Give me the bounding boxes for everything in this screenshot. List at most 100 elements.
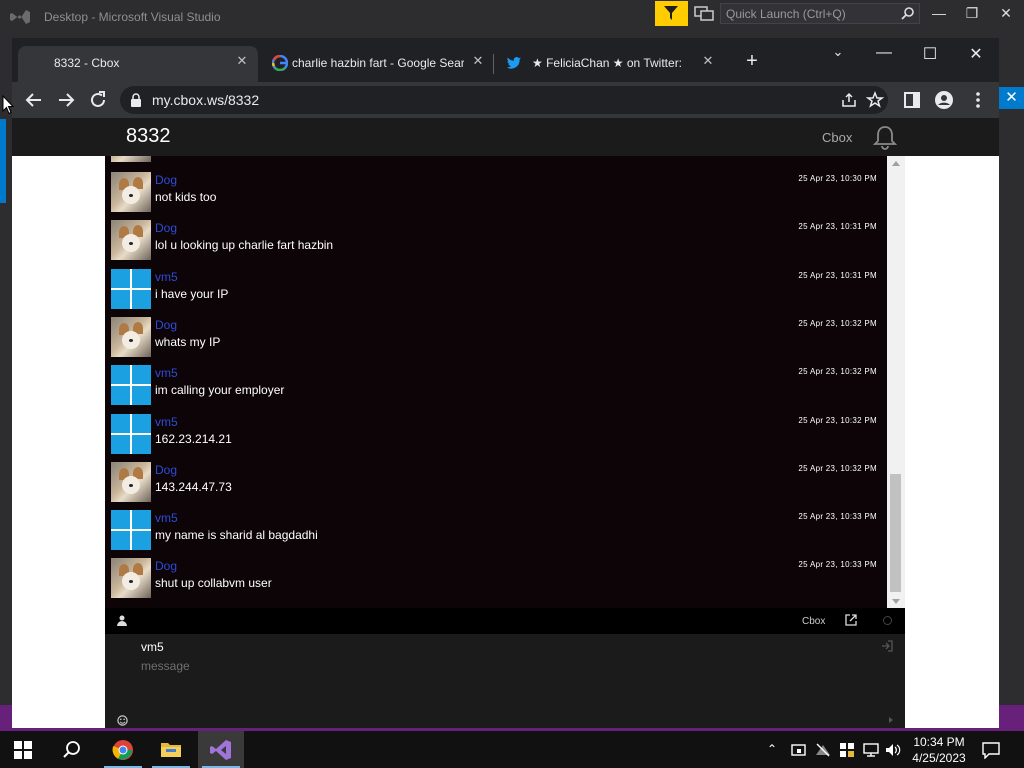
tab-cbox[interactable]: 8332 - Cbox ✕ (18, 46, 258, 82)
vs-titlebar: Desktop - Microsoft Visual Studio Quick … (0, 0, 1024, 33)
message-text: my name is sharid al bagdadhi (155, 528, 318, 542)
vs-close-button[interactable]: ✕ (996, 5, 1016, 23)
sign-in-icon[interactable] (881, 640, 893, 652)
tab-title: 8332 - Cbox (54, 56, 120, 70)
vs-notifications-filter-button[interactable] (655, 1, 688, 26)
popout-icon[interactable] (845, 614, 857, 626)
kebab-menu-icon[interactable] (968, 90, 988, 110)
profile-icon[interactable] (934, 90, 954, 110)
avatar (111, 156, 151, 162)
scrollbar-thumb[interactable] (890, 474, 901, 592)
back-arrow-icon[interactable] (22, 88, 46, 112)
taskbar-visual-studio[interactable] (198, 731, 244, 768)
chrome-icon (112, 740, 133, 760)
folder-icon (161, 743, 181, 757)
avatar[interactable] (111, 414, 151, 454)
visual-studio-icon (210, 740, 231, 760)
share-icon[interactable] (840, 91, 858, 109)
bell-icon[interactable] (872, 124, 898, 150)
lock-icon[interactable] (130, 93, 142, 107)
system-clock[interactable]: 10:34 PM 4/25/2023 (906, 734, 972, 766)
message-input[interactable] (137, 656, 737, 676)
message-username[interactable]: vm5 (155, 415, 178, 429)
network-icon[interactable] (863, 742, 879, 758)
close-icon[interactable]: ✕ (234, 53, 250, 69)
send-arrow-icon[interactable] (889, 717, 893, 723)
page-title: 8332 (126, 125, 171, 147)
google-icon (272, 55, 288, 71)
vs-left-tab-accent[interactable] (0, 119, 6, 203)
message-username[interactable]: vm5 (155, 270, 178, 284)
avatar[interactable] (111, 510, 151, 550)
chrome-minimize-button[interactable]: — (869, 44, 899, 62)
message-text: lol u looking up charlie fart hazbin (155, 238, 334, 252)
side-panel-icon[interactable] (902, 90, 922, 110)
vs-left-toolwindow-strip (0, 43, 12, 768)
message-text: 143.244.47.73 (155, 480, 232, 494)
message-username[interactable]: Dog (155, 221, 177, 235)
show-hidden-icons-chevron-icon[interactable]: ⌃ (767, 742, 777, 756)
taskbar-file-explorer[interactable] (148, 731, 194, 768)
windows-security-icon[interactable] (839, 742, 855, 758)
bookmark-star-icon[interactable] (866, 91, 884, 109)
scrollbar[interactable] (887, 156, 905, 608)
close-icon[interactable]: ✕ (700, 53, 716, 69)
notification-icon[interactable] (982, 741, 1000, 759)
emoji-icon[interactable] (117, 715, 128, 726)
message-text: im calling your employer (155, 383, 285, 397)
taskbar-chrome[interactable] (100, 731, 146, 768)
chrome-maximize-button[interactable]: ☐ (915, 44, 945, 64)
network-disconnected-icon[interactable] (815, 742, 831, 758)
message-username[interactable]: vm5 (155, 511, 178, 525)
quick-launch-input[interactable]: Quick Launch (Ctrl+Q) (720, 3, 920, 24)
user-icon[interactable] (117, 615, 127, 626)
avatar[interactable] (111, 172, 151, 212)
chrome-close-button[interactable]: ✕ (961, 44, 991, 64)
message-timestamp: 25 Apr 23, 10:31 PM (798, 222, 877, 231)
message-username[interactable]: vm5 (155, 366, 178, 380)
tab-search-chevron-icon[interactable]: ⌄ (823, 44, 853, 60)
volume-icon[interactable] (885, 742, 901, 758)
close-icon[interactable]: ✕ (470, 53, 486, 69)
compose-username[interactable]: vm5 (141, 640, 164, 654)
avatar[interactable] (111, 269, 151, 309)
chat-message: vm5 162.23.214.21 25 Apr 23, 10:32 PM (105, 414, 887, 462)
filter-icon (664, 6, 678, 20)
action-center-app-icon[interactable] (791, 742, 807, 758)
message-timestamp: 25 Apr 23, 10:30 PM (798, 174, 877, 183)
scroll-down-arrow-icon[interactable] (892, 599, 900, 604)
avatar[interactable] (111, 317, 151, 357)
browser-toolbar: my.cbox.ws/8332 (12, 82, 999, 118)
forward-arrow-icon[interactable] (54, 88, 78, 112)
feedback-icon[interactable] (694, 5, 714, 21)
message-list[interactable]: Dog not kids too 25 Apr 23, 10:30 PM Dog lol… (105, 156, 887, 608)
avatar[interactable] (111, 365, 151, 405)
reload-icon[interactable] (86, 88, 110, 112)
message-timestamp: 25 Apr 23, 10:32 PM (798, 416, 877, 425)
message-username[interactable]: Dog (155, 559, 177, 573)
tab-twitter[interactable]: ★ FeliciaChan ★ on Twitter: "@ ✕ (494, 46, 724, 82)
url-text: my.cbox.ws/8332 (152, 92, 260, 108)
chat-message: vm5 i have your IP 25 Apr 23, 10:31 PM (105, 269, 887, 317)
new-tab-button[interactable]: + (742, 51, 762, 71)
address-bar[interactable]: my.cbox.ws/8332 (120, 86, 888, 114)
message-username[interactable]: Dog (155, 173, 177, 187)
cbox-footer-link[interactable]: Cbox (802, 616, 825, 627)
avatar[interactable] (111, 220, 151, 260)
tab-title: charlie hazbin fart - Google Sear (292, 56, 464, 70)
message-timestamp: 25 Apr 23, 10:33 PM (798, 560, 877, 569)
mouse-cursor-icon (2, 95, 14, 115)
message-username[interactable]: Dog (155, 318, 177, 332)
message-username[interactable]: Dog (155, 463, 177, 477)
vs-minimize-button[interactable]: — (929, 5, 949, 23)
taskbar-search-icon[interactable] (62, 740, 82, 760)
avatar[interactable] (111, 558, 151, 598)
visual-studio-logo-icon (10, 10, 30, 24)
tab-google-search[interactable]: charlie hazbin fart - Google Sear ✕ (258, 46, 490, 82)
vs-restore-button[interactable]: ❐ (962, 5, 982, 23)
avatar[interactable] (111, 462, 151, 502)
scroll-up-arrow-icon[interactable] (892, 161, 900, 166)
windows-start-icon[interactable] (14, 741, 32, 759)
cbox-brand-link[interactable]: Cbox (822, 130, 852, 145)
vs-panel-close-icon[interactable]: ✕ (999, 87, 1024, 109)
